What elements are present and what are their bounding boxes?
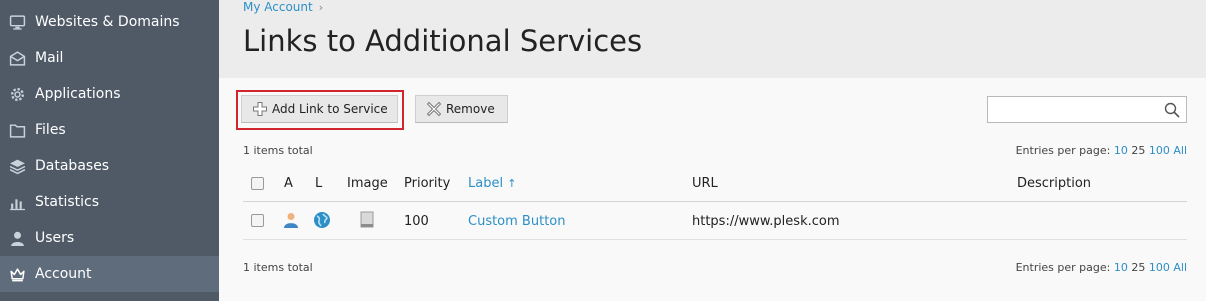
page-size-10[interactable]: 10 (1114, 261, 1128, 274)
sidebar-item-account[interactable]: Account (0, 256, 219, 292)
plus-icon (252, 101, 268, 117)
entries-label: Entries per page: (1015, 261, 1111, 274)
entries-label: Entries per page: (1015, 144, 1111, 157)
sidebar-item-statistics[interactable]: Statistics (0, 184, 219, 220)
remove-label: Remove (446, 102, 495, 116)
remove-x-icon (426, 101, 442, 117)
row-priority: 100 (404, 214, 429, 229)
folder-icon (0, 112, 35, 148)
globe-icon (313, 211, 331, 229)
column-header-label-text: Label (468, 176, 504, 191)
sidebar-item-databases[interactable]: Databases (0, 148, 219, 184)
column-header-url: URL (692, 176, 718, 191)
document-icon (359, 211, 375, 229)
sidebar-item-label: Statistics (35, 194, 99, 210)
page-size-100[interactable]: 100 (1149, 261, 1170, 274)
breadcrumb: My Account › (243, 0, 323, 14)
column-header-description: Description (1017, 176, 1092, 191)
search-icon[interactable] (1164, 102, 1180, 118)
database-icon (0, 148, 35, 184)
sort-arrow-up-icon: ↑ (507, 177, 517, 190)
row-url: https://www.plesk.com (692, 214, 840, 229)
sidebar: Websites & Domains Mail Applications Fil… (0, 0, 219, 301)
sidebar-item-label: Files (35, 122, 66, 138)
row-divider (243, 239, 1187, 240)
user-icon (0, 220, 35, 256)
column-header-label[interactable]: Label ↑ (468, 176, 516, 191)
search-box (987, 96, 1187, 123)
page-size-25: 25 (1131, 261, 1146, 274)
gear-icon (0, 76, 35, 112)
page-size-all[interactable]: All (1173, 144, 1187, 157)
main-content: Add Link to Service Remove 1 items total… (219, 78, 1206, 301)
add-link-label: Add Link to Service (272, 102, 388, 116)
page-size-25: 25 (1131, 144, 1146, 157)
search-input[interactable] (988, 97, 1158, 122)
remove-button[interactable]: Remove (415, 95, 508, 123)
sidebar-item-websites-domains[interactable]: Websites & Domains (0, 4, 219, 40)
column-header-priority: Priority (404, 176, 451, 191)
page-size-100[interactable]: 100 (1149, 144, 1170, 157)
entries-per-page-bottom: Entries per page: 10 25 100 All (1016, 261, 1187, 274)
column-header-image: Image (347, 176, 388, 191)
column-header-l: L (315, 176, 323, 191)
sidebar-item-files[interactable]: Files (0, 112, 219, 148)
sidebar-item-label: Account (35, 266, 92, 282)
page-size-all[interactable]: All (1173, 261, 1187, 274)
sidebar-item-applications[interactable]: Applications (0, 76, 219, 112)
chevron-right-icon: › (318, 0, 324, 14)
page-title: Links to Additional Services (243, 24, 643, 58)
envelope-icon (0, 40, 35, 76)
row-checkbox[interactable] (251, 214, 264, 227)
crown-icon (0, 256, 35, 292)
sidebar-item-label: Users (35, 230, 75, 246)
page-size-10[interactable]: 10 (1114, 144, 1128, 157)
add-link-button[interactable]: Add Link to Service (241, 95, 398, 123)
sidebar-item-label: Databases (35, 158, 110, 174)
user-icon (282, 211, 300, 229)
entries-per-page-top: Entries per page: 10 25 100 All (1016, 144, 1187, 157)
sidebar-item-users[interactable]: Users (0, 220, 219, 256)
items-total-bottom: 1 items total (243, 261, 313, 274)
sidebar-item-mail[interactable]: Mail (0, 40, 219, 76)
sidebar-item-label: Applications (35, 86, 121, 102)
column-header-a: A (284, 176, 293, 191)
items-total-top: 1 items total (243, 144, 313, 157)
header-divider (243, 201, 1187, 202)
breadcrumb-link-my-account[interactable]: My Account (243, 0, 313, 14)
sidebar-item-label: Mail (35, 50, 64, 66)
page-header: My Account › Links to Additional Service… (219, 0, 1206, 78)
sidebar-item-label: Websites & Domains (35, 14, 180, 30)
bar-chart-icon (0, 184, 35, 220)
monitor-icon (0, 4, 35, 40)
select-all-checkbox[interactable] (251, 177, 264, 190)
row-label-link[interactable]: Custom Button (468, 214, 565, 229)
